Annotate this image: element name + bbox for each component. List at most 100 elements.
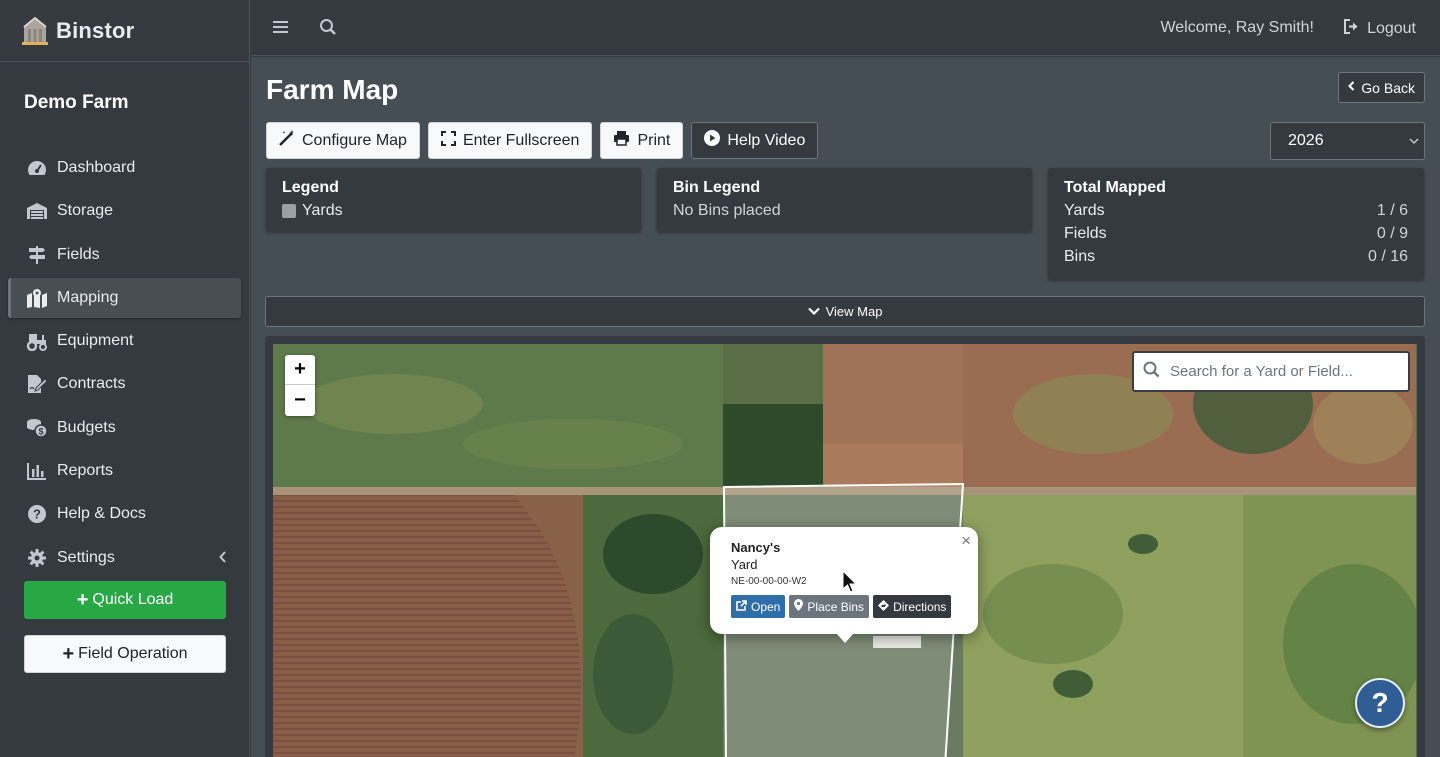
- year-select-value: 2026: [1288, 132, 1324, 149]
- search-icon[interactable]: [319, 18, 337, 41]
- sidebar-item-label: Dashboard: [57, 159, 136, 176]
- sidebar-nav: Dashboard Storage Fields Mapping Equipme…: [0, 148, 249, 578]
- map-container: + − × Nancy's Yard NE-00-00-00-W2 Open: [265, 336, 1425, 757]
- enter-fullscreen-button[interactable]: Enter Fullscreen: [427, 122, 593, 159]
- logout-label: Logout: [1367, 20, 1416, 37]
- satellite-map[interactable]: + − × Nancy's Yard NE-00-00-00-W2 Open: [273, 344, 1417, 757]
- sidebar-item-label: Help & Docs: [57, 505, 146, 523]
- welcome-text: Welcome, Ray Smith!: [1160, 19, 1314, 36]
- sidebar-item-help-docs[interactable]: ? Help & Docs: [8, 494, 241, 534]
- logout-link[interactable]: Logout: [1343, 19, 1416, 39]
- popup-directions-button[interactable]: Directions: [873, 595, 952, 618]
- svg-text:?: ?: [33, 507, 41, 522]
- file-signature-icon: [26, 374, 48, 394]
- legend-item: Yards: [282, 202, 625, 220]
- configure-map-button[interactable]: Configure Map: [266, 122, 420, 159]
- tractor-icon: [26, 331, 48, 352]
- plus-icon: +: [76, 589, 89, 611]
- bin-legend-card: Bin Legend No Bins placed: [657, 168, 1032, 232]
- view-map-toggle[interactable]: View Map: [265, 296, 1425, 327]
- field-operation-label: Field Operation: [78, 645, 188, 662]
- sidebar-item-contracts[interactable]: Contracts: [8, 364, 241, 404]
- sidebar-item-budgets[interactable]: $ Budgets: [8, 408, 241, 448]
- total-mapped-label: Yards: [1064, 202, 1105, 219]
- sidebar-item-storage[interactable]: Storage: [8, 191, 241, 231]
- quick-load-label: Quick Load: [92, 591, 174, 608]
- signpost-icon: [26, 245, 48, 265]
- total-mapped-row: Fields 0 / 9: [1064, 225, 1408, 243]
- total-mapped-value: 1 / 6: [1376, 202, 1408, 219]
- directions-icon: [878, 599, 893, 614]
- year-select[interactable]: 2026: [1270, 122, 1425, 160]
- brand-name: Binstor: [56, 17, 135, 43]
- chevron-left-icon: [219, 550, 227, 566]
- go-back-label: Go Back: [1361, 79, 1415, 96]
- sign-out-icon: [1343, 19, 1367, 39]
- print-button[interactable]: Print: [600, 122, 684, 159]
- main-content: Farm Map Go Back Configure Map Enter Ful…: [251, 57, 1440, 757]
- popup-directions-label: Directions: [893, 599, 947, 614]
- zoom-out-button[interactable]: −: [285, 385, 315, 415]
- popup-open-button[interactable]: Open: [731, 595, 786, 618]
- legend-item-label: Yards: [302, 202, 343, 219]
- sidebar-item-dashboard[interactable]: Dashboard: [8, 148, 241, 188]
- sidebar-item-reports[interactable]: Reports: [8, 451, 241, 491]
- sidebar-item-fields[interactable]: Fields: [8, 235, 241, 275]
- mouse-cursor-icon: [842, 569, 858, 599]
- magic-wand-icon: [279, 130, 302, 151]
- total-mapped-label: Fields: [1064, 225, 1107, 242]
- configure-map-label: Configure Map: [302, 131, 407, 149]
- field-operation-button[interactable]: + Field Operation: [24, 635, 226, 673]
- sidebar-item-settings[interactable]: Settings: [8, 538, 241, 578]
- sidebar-item-mapping[interactable]: Mapping: [8, 277, 241, 318]
- total-mapped-value: 0 / 9: [1376, 225, 1408, 242]
- chart-bar-icon: [26, 461, 48, 481]
- map-search-input[interactable]: [1170, 363, 1400, 380]
- total-mapped-title: Total Mapped: [1064, 179, 1166, 196]
- question-circle-icon: ?: [26, 504, 48, 524]
- silo-logo-icon: [20, 16, 50, 46]
- total-mapped-row: Bins 0 / 16: [1064, 248, 1408, 266]
- help-video-label: Help Video: [727, 131, 806, 149]
- go-back-button[interactable]: Go Back: [1338, 72, 1425, 103]
- tachometer-icon: [26, 158, 48, 178]
- sidebar-item-label: Mapping: [57, 288, 119, 306]
- sidebar-item-label: Equipment: [57, 332, 134, 350]
- map-marker-icon: [794, 599, 807, 614]
- print-icon: [613, 130, 637, 151]
- gear-icon: [26, 548, 48, 568]
- sidebar: Binstor Demo Farm Dashboard Storage Fiel…: [0, 0, 250, 757]
- svg-text:$: $: [38, 426, 43, 436]
- chevron-down-icon: [1409, 134, 1419, 153]
- total-mapped-label: Bins: [1064, 248, 1096, 265]
- print-label: Print: [637, 131, 671, 149]
- popup-open-label: Open: [751, 599, 781, 614]
- zoom-in-button[interactable]: +: [285, 355, 315, 385]
- total-mapped-value: 0 / 16: [1367, 248, 1408, 265]
- play-circle-icon: [704, 130, 727, 151]
- total-mapped-card: Total Mapped Yards 1 / 6 Fields 0 / 9 Bi…: [1048, 168, 1424, 280]
- brand[interactable]: Binstor: [0, 0, 249, 62]
- help-video-button[interactable]: Help Video: [691, 122, 819, 159]
- chevron-left-icon: [1348, 81, 1355, 94]
- sidebar-item-label: Fields: [57, 245, 100, 263]
- legend-title: Legend: [282, 179, 339, 196]
- sidebar-item-label: Reports: [57, 462, 114, 480]
- help-fab-button[interactable]: ?: [1355, 678, 1405, 728]
- sidebar-item-equipment[interactable]: Equipment: [8, 321, 241, 361]
- sidebar-item-label: Contracts: [57, 375, 126, 393]
- total-mapped-row: Yards 1 / 6: [1064, 202, 1408, 220]
- expand-icon: [440, 130, 463, 151]
- quick-load-button[interactable]: + Quick Load: [24, 581, 226, 619]
- topbar: Welcome, Ray Smith! Logout: [251, 0, 1440, 56]
- enter-fullscreen-label: Enter Fullscreen: [462, 131, 580, 149]
- map-toolbar: Configure Map Enter Fullscreen Print Hel…: [266, 122, 826, 159]
- sidebar-item-label: Storage: [57, 202, 114, 220]
- legend-swatch: [282, 204, 296, 218]
- popup-close-button[interactable]: ×: [961, 531, 971, 551]
- map-search-box[interactable]: [1132, 351, 1410, 392]
- hamburger-menu-icon[interactable]: [273, 18, 289, 41]
- popup-yard-name: Nancy's: [731, 540, 781, 555]
- legend-card: Legend Yards: [266, 168, 641, 232]
- page-title: Farm Map: [266, 74, 399, 105]
